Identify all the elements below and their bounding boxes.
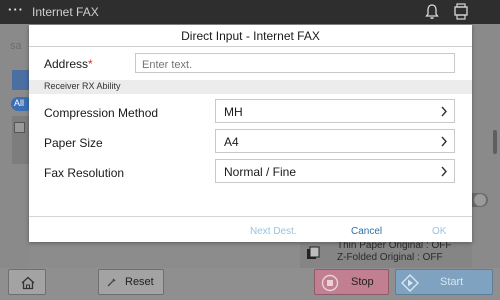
paper-size-label: Paper Size — [44, 136, 103, 150]
next-dest-button[interactable]: Next Dest. — [250, 226, 297, 237]
background-action-button — [12, 70, 30, 90]
footer-divider — [29, 216, 472, 217]
paper-size-select[interactable]: A4 — [215, 129, 455, 153]
fax-resolution-label: Fax Resolution — [44, 166, 125, 180]
compression-method-label: Compression Method — [44, 106, 159, 120]
compression-method-value: MH — [224, 105, 243, 119]
start-label: Start — [440, 276, 464, 288]
compression-method-select[interactable]: MH — [215, 99, 455, 123]
reset-label: Reset — [125, 276, 154, 288]
document-icon — [307, 246, 320, 259]
required-mark: * — [88, 57, 93, 71]
reset-icon — [107, 278, 116, 287]
app-title: Internet FAX — [32, 5, 99, 19]
title-divider — [29, 46, 472, 47]
fax-resolution-select[interactable]: Normal / Fine — [215, 159, 455, 183]
paper-size-value: A4 — [224, 135, 239, 149]
fax-resolution-value: Normal / Fine — [224, 165, 297, 179]
address-label-text: Address — [44, 57, 89, 71]
address-input[interactable] — [135, 53, 455, 73]
home-button[interactable] — [8, 269, 46, 295]
background-scrollbar — [493, 130, 497, 154]
address-label: Address* — [44, 57, 93, 71]
start-icon — [401, 274, 419, 292]
background-checkbox — [14, 122, 25, 133]
stop-icon — [321, 274, 339, 292]
background-info-line: Z-Folded Original : OFF — [337, 252, 443, 263]
stop-button[interactable]: Stop — [314, 269, 389, 295]
top-bar: ··· Internet FAX — [0, 0, 500, 24]
dialog-title: Direct Input - Internet FAX — [181, 29, 320, 43]
background-search-text: sa — [10, 40, 22, 52]
device-status-icon[interactable] — [452, 2, 470, 21]
home-icon — [21, 276, 35, 290]
bell-icon[interactable] — [424, 3, 440, 20]
start-button[interactable]: Start — [395, 269, 493, 295]
cancel-button[interactable]: Cancel — [351, 226, 382, 237]
chevron-right-icon — [441, 166, 447, 177]
direct-input-dialog: Direct Input - Internet FAX Address* Rec… — [29, 25, 472, 242]
chevron-right-icon — [441, 136, 447, 147]
more-dots-icon[interactable]: ··· — [8, 2, 24, 17]
ok-button[interactable]: OK — [432, 226, 446, 237]
stop-label: Stop — [351, 276, 374, 288]
reset-button[interactable]: Reset — [98, 269, 164, 295]
receiver-rx-ability-header: Receiver RX Ability — [29, 80, 472, 94]
chevron-right-icon — [441, 106, 447, 117]
